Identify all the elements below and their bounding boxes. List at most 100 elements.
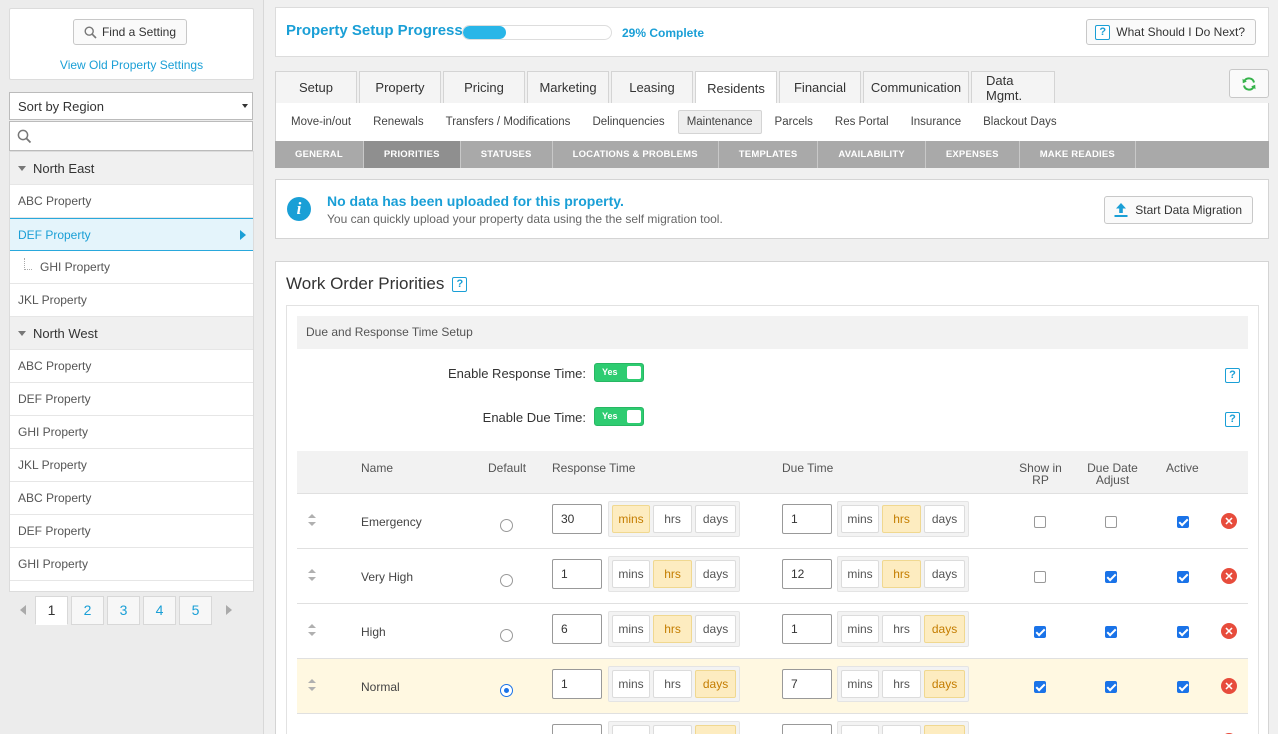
response-unit-mins[interactable]: mins — [612, 615, 651, 643]
due-time-input[interactable]: 1 — [782, 504, 832, 534]
due-unit-mins[interactable]: mins — [841, 560, 880, 588]
subtab-insurance[interactable]: Insurance — [902, 110, 971, 134]
tab-marketing[interactable]: Marketing — [527, 71, 609, 103]
show-in-rp-checkbox[interactable] — [1034, 626, 1046, 638]
subtab-parcels[interactable]: Parcels — [766, 110, 822, 134]
maintenance-tab-availability[interactable]: AVAILABILITY — [818, 141, 926, 168]
response-time-input[interactable]: 30 — [552, 504, 602, 534]
page-button[interactable]: 4 — [143, 595, 176, 625]
show-in-rp-checkbox[interactable] — [1034, 516, 1046, 528]
tab-leasing[interactable]: Leasing — [611, 71, 693, 103]
response-unit-days[interactable]: days — [695, 615, 736, 643]
start-data-migration-button[interactable]: Start Data Migration — [1104, 196, 1253, 224]
response-time-input[interactable]: 6 — [552, 614, 602, 644]
property-item[interactable]: JKL Property — [10, 449, 253, 482]
delete-icon[interactable]: ✕ — [1221, 623, 1237, 639]
response-unit-days[interactable]: days — [695, 725, 736, 734]
due-unit-mins[interactable]: mins — [841, 725, 880, 734]
default-radio[interactable] — [500, 629, 513, 642]
show-in-rp-checkbox[interactable] — [1034, 571, 1046, 583]
due-unit-days[interactable]: days — [924, 725, 965, 734]
response-time-input[interactable]: 1 — [552, 559, 602, 589]
find-setting-button[interactable]: Find a Setting — [73, 19, 187, 45]
due-unit-hrs[interactable]: hrs — [882, 670, 922, 698]
property-item[interactable]: DEF Property — [10, 515, 253, 548]
property-item[interactable]: ABC Property — [10, 185, 253, 218]
due-unit-days[interactable]: days — [924, 505, 965, 533]
drag-handle-icon[interactable] — [308, 624, 316, 638]
response-unit-mins[interactable]: mins — [612, 505, 651, 533]
help-icon[interactable]: ? — [1225, 368, 1240, 383]
response-unit-mins[interactable]: mins — [612, 670, 651, 698]
response-unit-hrs[interactable]: hrs — [653, 560, 693, 588]
tab-financial[interactable]: Financial — [779, 71, 861, 103]
tab-communication[interactable]: Communication — [863, 71, 969, 103]
maintenance-tab-expenses[interactable]: EXPENSES — [926, 141, 1020, 168]
sort-select[interactable]: Sort by Region — [9, 92, 253, 120]
due-unit-days[interactable]: days — [924, 670, 965, 698]
response-unit-mins[interactable]: mins — [612, 725, 651, 734]
due-time-input[interactable]: 12 — [782, 559, 832, 589]
due-unit-hrs[interactable]: hrs — [882, 725, 922, 734]
subtab-maintenance[interactable]: Maintenance — [677, 110, 762, 134]
due-unit-mins[interactable]: mins — [841, 615, 880, 643]
page-button[interactable]: 1 — [35, 595, 68, 625]
response-unit-days[interactable]: days — [695, 505, 736, 533]
due-date-adjust-checkbox[interactable] — [1105, 681, 1117, 693]
maintenance-tab-priorities[interactable]: PRIORITIES — [363, 141, 461, 168]
due-unit-hrs[interactable]: hrs — [882, 505, 922, 533]
response-unit-days[interactable]: days — [695, 560, 736, 588]
property-item[interactable]: JKL Property — [10, 284, 253, 317]
property-item[interactable]: GHI Property — [10, 251, 253, 284]
refresh-button[interactable] — [1229, 69, 1269, 98]
enable-due-toggle[interactable]: Yes — [594, 407, 644, 426]
subtab-delinquencies[interactable]: Delinquencies — [583, 110, 673, 134]
subtab-res-portal[interactable]: Res Portal — [826, 110, 898, 134]
due-unit-hrs[interactable]: hrs — [882, 615, 922, 643]
page-button[interactable]: 5 — [179, 595, 212, 625]
drag-handle-icon[interactable] — [308, 569, 316, 583]
subtab-renewals[interactable]: Renewals — [364, 110, 433, 134]
next-page-icon[interactable] — [226, 605, 232, 615]
prev-page-icon[interactable] — [20, 605, 26, 615]
delete-icon[interactable]: ✕ — [1221, 678, 1237, 694]
response-unit-hrs[interactable]: hrs — [653, 505, 693, 533]
active-checkbox[interactable] — [1177, 681, 1189, 693]
property-search-input[interactable] — [10, 122, 252, 150]
property-item[interactable]: ABC Property — [10, 350, 253, 383]
active-checkbox[interactable] — [1177, 626, 1189, 638]
due-time-input[interactable] — [782, 724, 832, 734]
due-unit-hrs[interactable]: hrs — [882, 560, 922, 588]
help-icon[interactable]: ? — [452, 276, 468, 292]
due-date-adjust-checkbox[interactable] — [1105, 571, 1117, 583]
due-time-input[interactable]: 1 — [782, 614, 832, 644]
due-unit-days[interactable]: days — [924, 560, 965, 588]
response-time-input[interactable] — [552, 724, 602, 734]
subtab-blackout-days[interactable]: Blackout Days — [974, 110, 1066, 134]
show-in-rp-checkbox[interactable] — [1034, 681, 1046, 693]
region-header[interactable]: North West — [10, 317, 253, 350]
default-radio[interactable] — [500, 574, 513, 587]
property-item[interactable]: GHI Property — [10, 416, 253, 449]
maintenance-tab-general[interactable]: GENERAL — [275, 141, 364, 168]
maintenance-tab-make-readies[interactable]: MAKE READIES — [1020, 141, 1136, 168]
default-radio[interactable] — [500, 684, 513, 697]
property-item[interactable]: DEF Property — [10, 383, 253, 416]
response-unit-hrs[interactable]: hrs — [653, 725, 693, 734]
tab-residents[interactable]: Residents — [695, 71, 777, 104]
property-item[interactable]: ABC Property — [10, 482, 253, 515]
delete-icon[interactable]: ✕ — [1221, 568, 1237, 584]
response-unit-mins[interactable]: mins — [612, 560, 651, 588]
subtab-transfers-modifications[interactable]: Transfers / Modifications — [437, 110, 580, 134]
drag-handle-icon[interactable] — [308, 679, 316, 693]
region-header[interactable]: North East — [10, 152, 253, 185]
tab-setup[interactable]: Setup — [275, 71, 357, 103]
maintenance-tab-locations-problems[interactable]: LOCATIONS & PROBLEMS — [553, 141, 719, 168]
enable-response-toggle[interactable]: Yes — [594, 363, 644, 382]
property-item[interactable]: GHI Property — [10, 548, 253, 581]
drag-handle-icon[interactable] — [308, 514, 316, 528]
tab-data-mgmt-[interactable]: Data Mgmt. — [971, 71, 1055, 103]
maintenance-tab-templates[interactable]: TEMPLATES — [719, 141, 819, 168]
property-item[interactable]: DEF Property — [10, 218, 253, 251]
response-unit-days[interactable]: days — [695, 670, 736, 698]
